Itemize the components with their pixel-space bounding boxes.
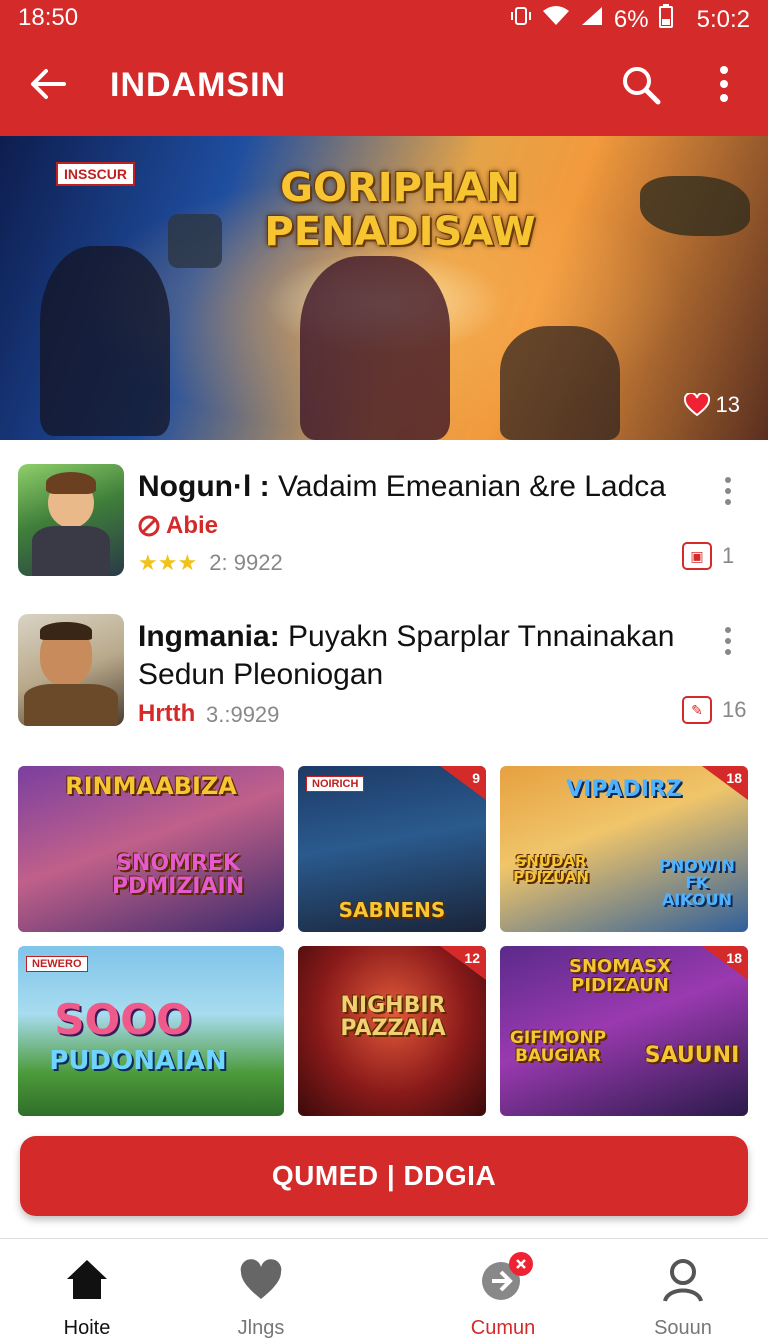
status-time: 18:50	[18, 4, 79, 31]
hero-cube	[168, 214, 222, 268]
game-tile[interactable]: 12 NIGHBIR PAZZAIA	[298, 946, 486, 1116]
tile-title: RINMAABIZA	[65, 772, 237, 800]
nav-item-profile[interactable]: Souun	[608, 1257, 758, 1339]
tile-subtitle-right: SAUUNI	[644, 1043, 740, 1068]
item-stat[interactable]: ▣ 1	[682, 542, 734, 570]
age-rating-badge: 18	[702, 946, 748, 980]
search-icon[interactable]	[620, 64, 662, 106]
tile-title: VIPADIRZ	[566, 777, 682, 802]
heart-icon	[240, 1259, 282, 1299]
hero-character-left	[40, 246, 170, 436]
hero-badge: INSSCUR	[56, 162, 136, 186]
tile-subtitle-left: SNUDAR PDIZUAN	[513, 852, 589, 886]
hero-title-line2: PENADISAW	[264, 209, 536, 255]
star-rating-icon: ★★★	[138, 550, 198, 575]
hero-title-line1: GORIPHAN	[280, 165, 520, 211]
signal-icon	[580, 5, 604, 34]
user-icon	[663, 1259, 703, 1302]
hero-character-right	[500, 326, 620, 440]
controller-icon: ▣	[682, 542, 712, 570]
bottom-nav: Hoite Jlngs Cumun Souun	[0, 1238, 768, 1344]
wifi-icon	[542, 5, 570, 34]
notification-badge-icon	[509, 1252, 533, 1276]
list-item-title: Nogun·l : Vadaim Emeanian &re Ladca	[138, 468, 698, 506]
edit-icon: ✎	[682, 696, 712, 724]
app-title: INDAMSIN	[110, 66, 287, 104]
battery-icon	[658, 4, 673, 35]
hero-game-title: GORIPHAN PENADISAW	[230, 166, 570, 254]
tile-tag: NOIRICH	[306, 776, 365, 792]
nav-item-home[interactable]: Hoite	[12, 1257, 162, 1339]
heart-icon	[683, 393, 710, 417]
item-stat-count: 1	[722, 543, 735, 568]
game-tile[interactable]: 18 VIPADIRZ SNUDAR PDIZUAN PNOWIN FK AIK…	[500, 766, 748, 932]
list-item-title-bold: Ingmania:	[138, 620, 280, 653]
status-bar: 18:50 6% 5:0:2	[0, 0, 768, 36]
tile-subtitle: SNOMREK PDMIZIAIN	[111, 851, 245, 900]
nav-label: Hoite	[63, 1317, 111, 1339]
battery-percent: 6%	[613, 5, 649, 33]
publisher[interactable]: Hrtth	[138, 700, 195, 728]
tile-subtitle: PUDONAIAN	[49, 1046, 227, 1076]
nav-item-likes[interactable]: Jlngs	[186, 1257, 336, 1339]
nav-item-community[interactable]: Cumun	[428, 1252, 578, 1339]
list-item[interactable]: Nogun·l : Vadaim Emeanian &re Ladca Abie…	[0, 464, 768, 594]
game-tile[interactable]: NOIRICH 9 SABNENS	[298, 766, 486, 932]
list-item-title-rest: Vadaim Emeanian &re Ladca	[269, 470, 666, 503]
publisher-name: Hrtth	[138, 700, 196, 727]
game-thumbnail	[18, 464, 124, 576]
tile-subtitle-right: PNOWIN FK AIKOUN	[659, 856, 735, 909]
status-clock: 5:0:2	[696, 5, 750, 33]
more-vert-icon[interactable]	[708, 62, 740, 106]
rating: ★★★ 2: 9922	[138, 550, 283, 576]
app-bar: INDAMSIN	[0, 50, 768, 120]
age-rating-badge: 9	[440, 766, 486, 800]
item-stat[interactable]: ✎ 16	[682, 696, 746, 724]
hero-likes-count: 13	[715, 392, 740, 417]
rating-value: 3.:9929	[206, 702, 280, 727]
rating: 3.:9929	[206, 702, 279, 728]
list-item[interactable]: Ingmania: Puyakn Sparplar Tnnainakan Sed…	[0, 614, 768, 744]
hero-character-center	[300, 256, 450, 440]
vibrate-icon	[510, 5, 532, 34]
game-tile[interactable]: RINMAABIZA SNOMREK PDMIZIAIN	[18, 766, 284, 932]
status-icons: 6% 5:0:2	[510, 4, 750, 35]
game-thumbnail	[18, 614, 124, 726]
list-item-title: Ingmania: Puyakn Sparplar Tnnainakan Sed…	[138, 618, 698, 694]
hero-airship	[640, 176, 750, 236]
game-tile[interactable]: NEWERO SOOO PUDONAIAN	[18, 946, 284, 1116]
publisher[interactable]: Abie	[138, 512, 218, 540]
list-item-title-bold: Nogun·l :	[138, 470, 270, 503]
more-vert-icon[interactable]	[716, 624, 740, 658]
tile-title: SABNENS	[338, 898, 446, 922]
home-icon	[67, 1260, 107, 1299]
tile-title: SNOMASX PIDIZAUN	[568, 956, 671, 996]
publisher-logo-icon	[138, 515, 160, 537]
game-tile[interactable]: 18 SNOMASX PIDIZAUN GIFIMONP BAUGIAR SAU…	[500, 946, 748, 1116]
tile-title: NIGHBIR PAZZAIA	[340, 993, 446, 1042]
primary-cta-button[interactable]: QUMED | DDGIA	[20, 1136, 748, 1216]
nav-label: Cumun	[470, 1317, 536, 1339]
rating-value: 2: 9922	[209, 550, 283, 575]
more-vert-icon[interactable]	[716, 474, 740, 508]
item-stat-count: 16	[722, 697, 747, 722]
tile-tag: NEWERO	[26, 956, 88, 972]
nav-label: Souun	[654, 1317, 712, 1339]
age-rating-badge: 12	[440, 946, 486, 980]
top-bar: 18:50 6% 5:0:2 INDAMSIN	[0, 0, 768, 136]
tile-title: SOOO	[54, 995, 192, 1044]
tile-subtitle-left: GIFIMONP BAUGIAR	[509, 1028, 607, 1066]
nav-label: Jlngs	[237, 1317, 285, 1339]
publisher-name: Abie	[166, 512, 219, 539]
hero-banner[interactable]: INSSCUR GORIPHAN PENADISAW 13	[0, 136, 768, 440]
back-arrow-icon[interactable]	[28, 64, 68, 104]
hero-likes[interactable]: 13	[683, 392, 740, 418]
